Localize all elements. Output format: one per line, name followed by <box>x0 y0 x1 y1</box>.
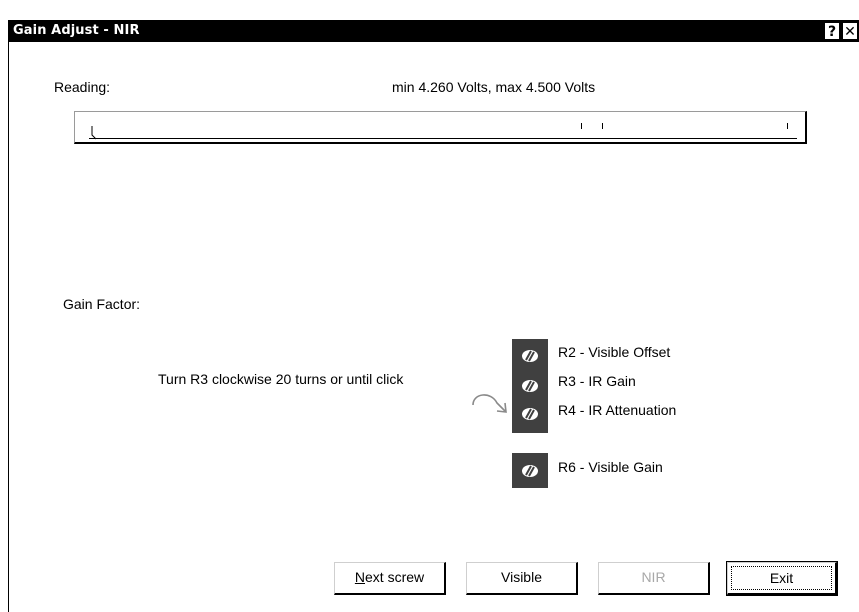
reading-meter <box>74 111 807 144</box>
screw-icon[interactable] <box>521 377 539 395</box>
close-button[interactable]: ✕ <box>842 22 858 40</box>
reading-label: Reading: <box>54 79 111 95</box>
help-button[interactable]: ? <box>824 22 840 40</box>
screw-label-r2: R2 - Visible Offset <box>558 344 671 360</box>
visible-button[interactable]: Visible <box>466 562 578 595</box>
next-screw-label: ext screw <box>365 569 425 585</box>
screw-icon[interactable] <box>521 405 539 423</box>
screw-label-r3: R3 - IR Gain <box>558 373 636 389</box>
next-screw-button[interactable]: Next screw <box>334 562 446 595</box>
meter-tick <box>581 123 582 129</box>
window-title: Gain Adjust - NIR <box>13 23 140 38</box>
screw-label-r4: R4 - IR Attenuation <box>558 402 677 418</box>
gain-instruction: Turn R3 clockwise 20 turns or until clic… <box>158 371 404 387</box>
meter-tick <box>602 123 603 129</box>
screw-panel-upper <box>512 339 548 433</box>
meter-tick <box>787 123 788 129</box>
title-bar[interactable]: Gain Adjust - NIR ? ✕ <box>9 20 859 42</box>
screw-panel-lower <box>512 453 548 488</box>
exit-button[interactable]: Exit <box>726 561 838 596</box>
reading-range: min 4.260 Volts, max 4.500 Volts <box>392 79 596 95</box>
meter-track <box>89 138 797 139</box>
screw-label-r6: R6 - Visible Gain <box>558 459 663 475</box>
clockwise-arrow-icon <box>472 394 507 413</box>
next-screw-mnemonic: N <box>354 569 365 585</box>
exit-label: Exit <box>731 566 832 590</box>
gain-adjust-dialog: Gain Adjust - NIR ? ✕ Reading: min 4.260… <box>8 20 859 612</box>
screw-icon[interactable] <box>521 347 539 365</box>
screw-icon[interactable] <box>521 462 539 480</box>
gain-factor-label: Gain Factor: <box>63 296 141 312</box>
nir-button[interactable]: NIR <box>598 562 710 595</box>
